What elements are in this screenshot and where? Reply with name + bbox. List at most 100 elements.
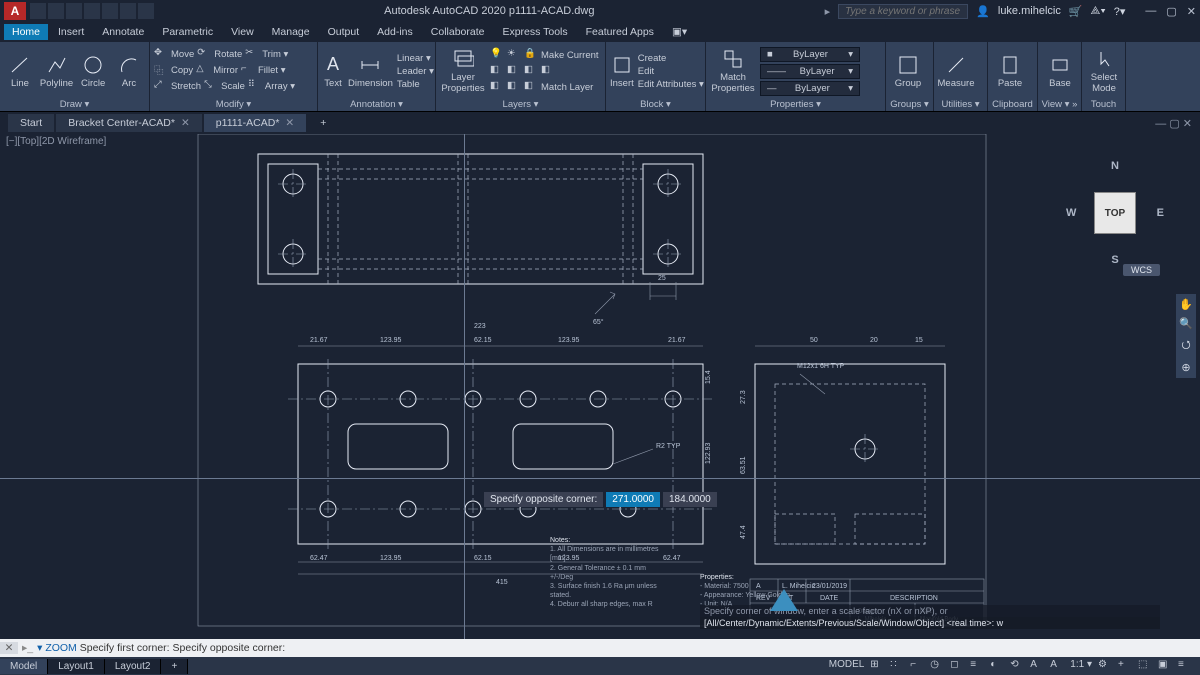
close-icon[interactable]: ✕ (181, 117, 190, 129)
dynamic-x[interactable]: 271.0000 (606, 492, 660, 507)
command-chevron-icon[interactable]: ▸_ (18, 642, 37, 654)
doc-tab-bracket[interactable]: Bracket Center-ACAD*✕ (56, 114, 202, 132)
win-max-icon[interactable]: ▢ (1166, 5, 1176, 18)
dynamic-input[interactable]: Specify opposite corner: 271.0000 184.00… (484, 492, 717, 507)
transparency-icon[interactable]: ◐ (990, 659, 1004, 673)
panel-draw-title[interactable]: Draw ▾ (0, 99, 149, 110)
ortho-icon[interactable]: ⌐ (910, 659, 924, 673)
steering-icon[interactable]: ⊕ (1181, 361, 1190, 374)
command-close-icon[interactable]: ✕ (0, 642, 18, 654)
sun-icon[interactable]: ☀ (507, 48, 521, 62)
tab-addins[interactable]: Add-ins (369, 24, 421, 40)
text-button[interactable]: AText (322, 54, 344, 89)
paste-button[interactable]: Paste (992, 44, 1028, 98)
bulb-icon[interactable]: 💡 (490, 48, 504, 62)
fillet-button[interactable]: Fillet ▾ (258, 65, 285, 76)
layer-swatch-icon[interactable]: ◧ (490, 64, 504, 78)
qat-undo-icon[interactable] (120, 3, 136, 19)
customize-icon[interactable]: ≡ (1178, 659, 1192, 673)
layout-tab-add[interactable]: + (161, 659, 188, 674)
tab-collab[interactable]: Collaborate (423, 24, 493, 40)
arc-button[interactable]: Arc (113, 54, 145, 89)
match-layer-button[interactable]: Match Layer (541, 82, 593, 93)
polar-icon[interactable]: ◷ (930, 659, 944, 673)
color-dropdown[interactable]: ■ ByLayer▾ (760, 47, 860, 62)
lineweight-dropdown[interactable]: —— ByLayer▾ (760, 64, 860, 79)
iso-icon[interactable]: ⬚ (1138, 659, 1152, 673)
copy-button[interactable]: Copy (171, 65, 193, 76)
viewcube-n[interactable]: N (1111, 160, 1119, 172)
win-min-icon[interactable]: — (1145, 5, 1156, 18)
panel-layers-title[interactable]: Layers ▾ (436, 99, 605, 110)
osnap-icon[interactable]: ◻ (950, 659, 964, 673)
measure-button[interactable]: Measure (938, 44, 974, 98)
qat-plot-icon[interactable] (102, 3, 118, 19)
lock-icon[interactable]: 🔒 (524, 48, 538, 62)
dynamic-y[interactable]: 184.0000 (663, 492, 717, 507)
tab-parametric[interactable]: Parametric (154, 24, 221, 40)
search-input[interactable] (838, 4, 968, 19)
pan-icon[interactable]: ✋ (1179, 298, 1193, 311)
tab-home[interactable]: Home (4, 24, 48, 40)
doc-tab-p1111[interactable]: p1111-ACAD*✕ (204, 114, 306, 132)
qat-new-icon[interactable] (30, 3, 46, 19)
zoom-scale[interactable]: 1:1 ▾ (1070, 659, 1092, 673)
qat-saveas-icon[interactable] (84, 3, 100, 19)
viewcube[interactable]: N S E W TOP (1060, 158, 1170, 268)
leader-button[interactable]: Leader ▾ (397, 66, 434, 77)
zoom-icon[interactable]: 🔍 (1179, 317, 1193, 330)
make-current-button[interactable]: Make Current (541, 50, 599, 61)
polyline-button[interactable]: Polyline (40, 54, 73, 89)
panel-block-title[interactable]: Block ▾ (606, 99, 705, 110)
table-button[interactable]: Table (397, 79, 420, 90)
tab-view[interactable]: View (223, 24, 262, 40)
tab-express[interactable]: Express Tools (494, 24, 575, 40)
orbit-icon[interactable]: ⭯ (1181, 336, 1190, 355)
tab-annotate[interactable]: Annotate (94, 24, 152, 40)
scale-button[interactable]: Scale (221, 81, 245, 92)
linetype-dropdown[interactable]: — ByLayer▾ (760, 81, 860, 96)
cart-icon[interactable]: 🛒 (1069, 5, 1083, 18)
win-close-icon[interactable]: ✕ (1187, 5, 1196, 18)
viewcube-s[interactable]: S (1111, 254, 1118, 266)
cleanscreen-icon[interactable]: ▣ (1158, 659, 1172, 673)
panel-view-title[interactable]: View ▾ » (1038, 99, 1081, 110)
user-icon[interactable]: 👤 (976, 5, 990, 18)
tab-output[interactable]: Output (320, 24, 368, 40)
tab-featured[interactable]: Featured Apps (578, 24, 662, 40)
edit-attr-button[interactable]: Edit Attributes ▾ (638, 79, 704, 90)
grid-icon[interactable]: ⊞ (870, 659, 884, 673)
tab-insert[interactable]: Insert (50, 24, 92, 40)
command-line[interactable]: ✕ ▸_ ▾ ZOOM Specify first corner: Specif… (0, 639, 1200, 657)
panel-modify-title[interactable]: Modify ▾ (150, 99, 317, 110)
match-properties-button[interactable]: Match Properties (710, 48, 756, 94)
trim-button[interactable]: Trim ▾ (262, 49, 288, 60)
panel-annotation-title[interactable]: Annotation ▾ (318, 99, 435, 110)
gear-icon[interactable]: ⚙ (1098, 659, 1112, 673)
layout-tab-1[interactable]: Layout1 (48, 659, 105, 674)
viewcube-e[interactable]: E (1157, 207, 1164, 219)
help-icon[interactable]: ?▾ (1114, 5, 1126, 18)
rotate-button[interactable]: Rotate (214, 49, 242, 60)
edit-button[interactable]: Edit (638, 66, 654, 77)
base-button[interactable]: Base (1042, 44, 1078, 98)
wcs-badge[interactable]: WCS (1123, 264, 1160, 276)
viewcube-w[interactable]: W (1066, 207, 1076, 219)
annoscale-a-icon[interactable]: A (1030, 659, 1044, 673)
tab-manage[interactable]: Manage (264, 24, 318, 40)
mirror-button[interactable]: Mirror (213, 65, 238, 76)
tab-extra-icon[interactable]: ▣▾ (664, 24, 695, 40)
plus-icon[interactable]: + (1118, 659, 1132, 673)
doc-tab-add[interactable]: + (308, 114, 338, 132)
viewcube-face[interactable]: TOP (1095, 193, 1135, 233)
layout-tab-model[interactable]: Model (0, 659, 48, 674)
group-button[interactable]: Group (890, 44, 926, 98)
cycling-icon[interactable]: ⟲ (1010, 659, 1024, 673)
layer-properties-button[interactable]: Layer Properties (440, 48, 486, 94)
array-button[interactable]: Array ▾ (265, 81, 295, 92)
lineweight-icon[interactable]: ≡ (970, 659, 984, 673)
qat-save-icon[interactable] (66, 3, 82, 19)
dimension-button[interactable]: Dimension (348, 54, 393, 89)
insert-button[interactable]: Insert (610, 54, 634, 89)
panel-utilities-title[interactable]: Utilities ▾ (934, 99, 987, 110)
